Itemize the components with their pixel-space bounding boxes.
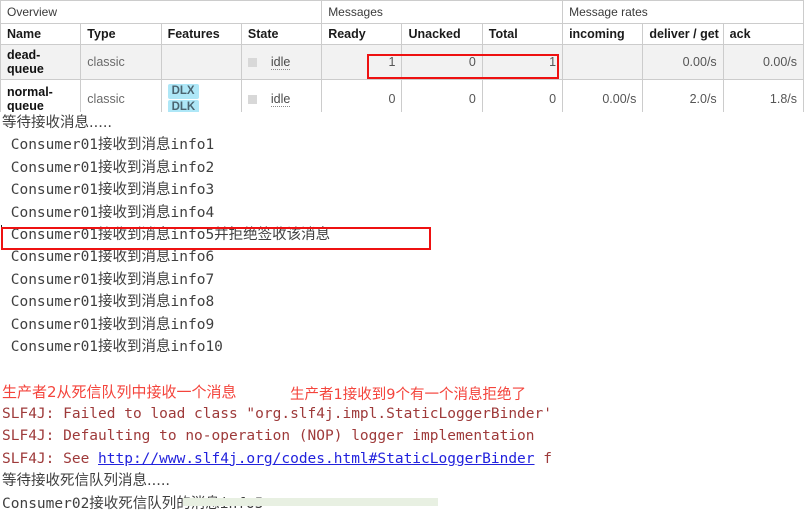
state-indicator-icon: [247, 95, 257, 105]
selection-band: [183, 498, 438, 506]
console-line: Consumer01接收到消息info4: [2, 204, 215, 221]
console-line: 等待接收消息.....: [2, 115, 113, 131]
console-line: Consumer01接收到消息info1: [2, 137, 215, 154]
console-line: Consumer01接收到消息info3: [2, 182, 215, 199]
queue-type: classic: [80, 44, 162, 80]
state-label: idle: [270, 55, 291, 70]
text-caret: [1, 225, 2, 242]
queue-unacked-count: 0: [401, 44, 483, 80]
column-header-ack[interactable]: ack: [722, 23, 805, 45]
console-line-waiting-dead-letter: 等待接收死信队列消息.....: [2, 473, 171, 490]
column-header-state[interactable]: State: [240, 23, 323, 45]
column-header-type[interactable]: Type: [80, 23, 162, 45]
queue-rate-ack: 0.00/s: [722, 44, 805, 80]
console-line-rejected: Consumer01接收到消息info5并拒绝签收该消息: [2, 226, 331, 243]
column-header-deliver-get[interactable]: deliver / get: [642, 23, 724, 45]
slf4j-see-tail: f: [534, 450, 552, 467]
console-line: Consumer01接收到消息info6: [2, 249, 215, 266]
console-line-slf4j-failed: SLF4J: Failed to load class "org.slf4j.i…: [2, 406, 552, 423]
console-line: Consumer01接收到消息info7: [2, 271, 215, 288]
group-header-message-rates: Message rates: [562, 0, 804, 24]
feature-badge-dlx: DLX: [167, 84, 199, 99]
console-line: Consumer01接收到消息info8: [2, 294, 215, 311]
console-line: Consumer01接收到消息info2: [2, 159, 215, 176]
queue-features: [160, 44, 242, 80]
column-header-features[interactable]: Features: [160, 23, 242, 45]
queue-state: idle: [240, 44, 323, 80]
table-row[interactable]: dead-queue classic idle 1 0 1 0.00/s 0.0…: [0, 44, 805, 80]
column-header-unacked[interactable]: Unacked: [401, 23, 483, 45]
console-line-producer2: 生产者2从死信队列中接收一个消息: [2, 382, 237, 401]
table-group-header-row: Overview Messages Message rates: [0, 0, 804, 24]
console-line-slf4j-see: SLF4J: See http://www.slf4j.org/codes.ht…: [0, 448, 806, 470]
console-line: Consumer01接收到消息info10: [2, 338, 223, 355]
slf4j-see-prefix: SLF4J: See: [2, 450, 99, 467]
column-header-incoming[interactable]: incoming: [562, 23, 644, 45]
column-header-ready[interactable]: Ready: [321, 23, 403, 45]
queue-name-link[interactable]: dead-queue: [0, 44, 82, 80]
column-header-total[interactable]: Total: [481, 23, 564, 45]
console-output: 等待接收消息..... Consumer01接收到消息info1 Consume…: [0, 112, 806, 519]
state-indicator-icon: [247, 58, 257, 68]
queue-total-count: 1: [481, 44, 564, 80]
slf4j-doc-link[interactable]: http://www.slf4j.org/codes.html#StaticLo…: [98, 451, 535, 467]
console-line-slf4j-defaulting: SLF4J: Defaulting to no-operation (NOP) …: [2, 428, 535, 445]
queue-rate-deliver-get: 0.00/s: [642, 44, 724, 80]
queues-table: Overview Messages Message rates Name Typ…: [0, 0, 805, 119]
queue-ready-count: 1: [321, 44, 403, 80]
queue-rate-incoming: [562, 44, 644, 80]
state-label: idle: [270, 92, 291, 107]
column-header-name[interactable]: Name: [0, 23, 82, 45]
group-header-overview: Overview: [0, 0, 323, 24]
table-column-header-row: Name Type Features State Ready Unacked T…: [0, 23, 805, 45]
console-line: Consumer01接收到消息info9: [2, 316, 215, 333]
group-header-messages: Messages: [321, 0, 564, 24]
